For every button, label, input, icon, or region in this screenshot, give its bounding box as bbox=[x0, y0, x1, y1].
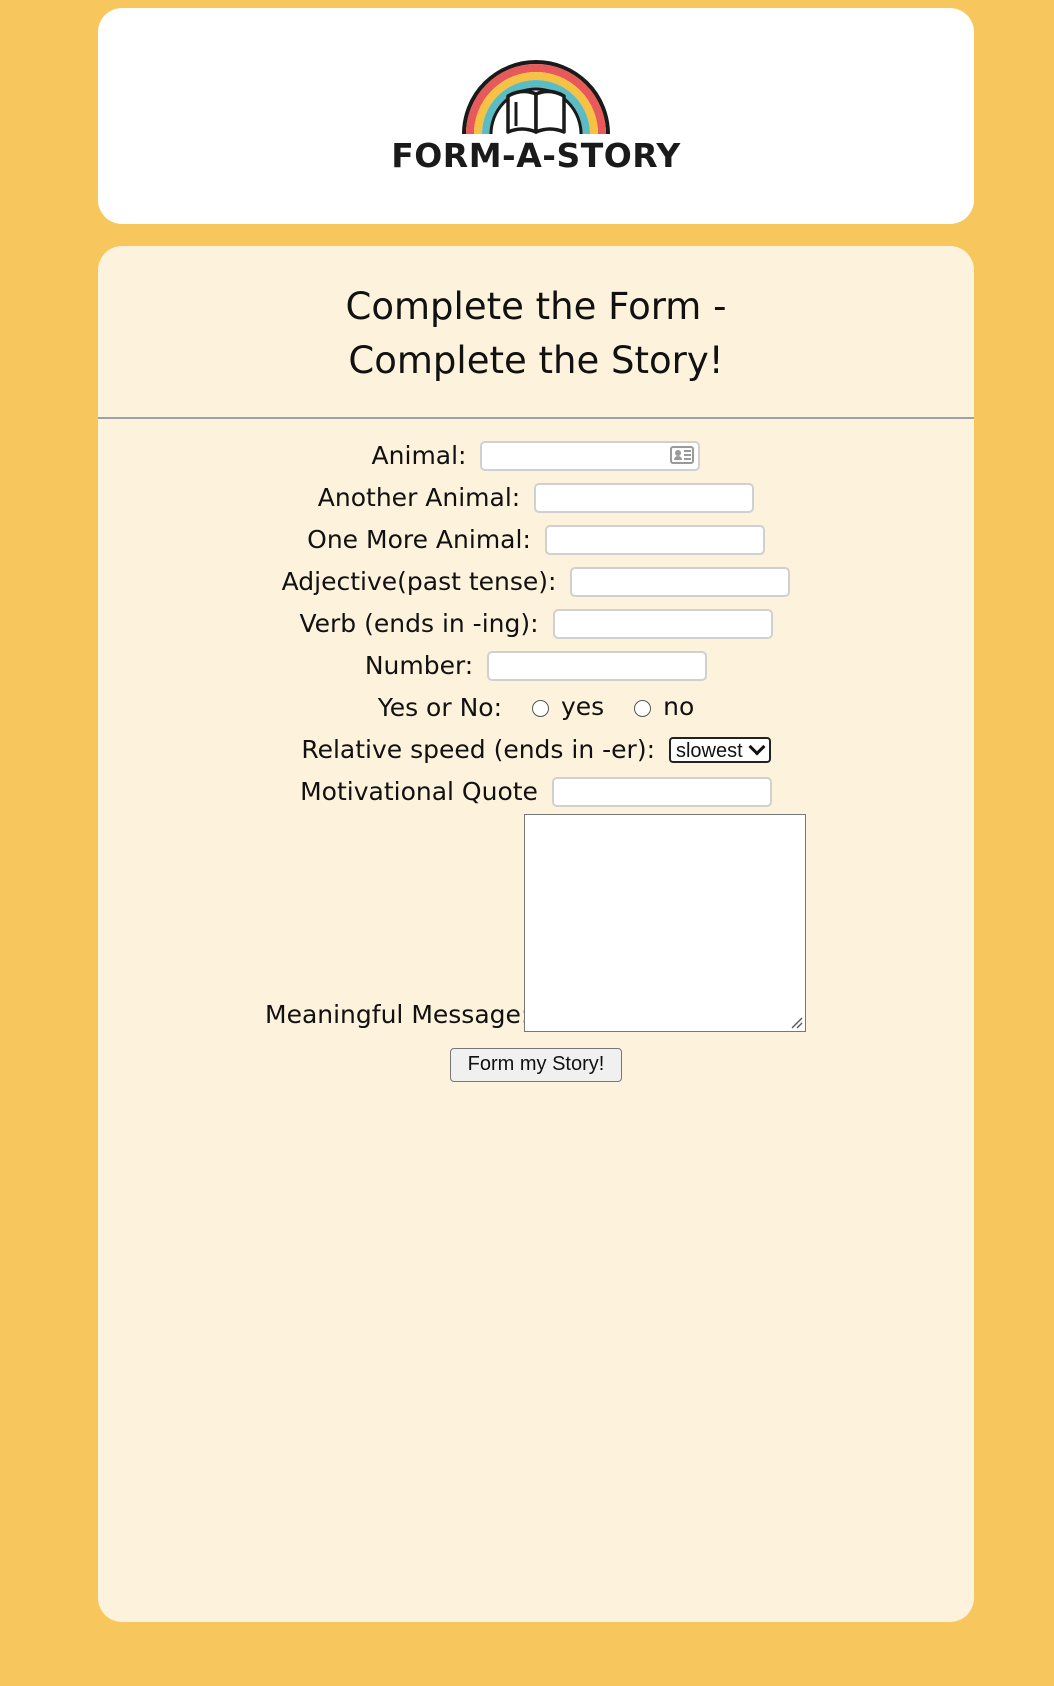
adjective-row: Adjective(past tense): bbox=[98, 564, 974, 599]
no-option-label: no bbox=[663, 692, 695, 721]
rainbow-book-icon bbox=[462, 60, 610, 135]
quote-label: Motivational Quote bbox=[300, 777, 538, 806]
resize-handle-icon[interactable] bbox=[789, 1015, 803, 1029]
yes-no-row: Yes or No: yes no bbox=[98, 690, 974, 725]
another-animal-row: Another Animal: bbox=[98, 480, 974, 515]
submit-button[interactable]: Form my Story! bbox=[450, 1048, 622, 1082]
number-input[interactable] bbox=[487, 651, 708, 681]
adjective-label: Adjective(past tense): bbox=[281, 567, 557, 596]
speed-row: Relative speed (ends in -er): slowest bbox=[98, 732, 974, 767]
quote-input[interactable] bbox=[551, 777, 772, 807]
verb-label: Verb (ends in -ing): bbox=[299, 609, 539, 638]
quote-row: Motivational Quote bbox=[98, 774, 974, 809]
main-card: Complete the Form - Complete the Story! … bbox=[98, 246, 974, 1622]
story-form: Animal: Another Animal: One More Animal: bbox=[98, 246, 974, 1622]
contact-card-icon[interactable] bbox=[670, 446, 695, 464]
another-animal-input[interactable] bbox=[534, 483, 755, 513]
message-textarea[interactable] bbox=[524, 814, 806, 1032]
speed-label: Relative speed (ends in -er): bbox=[301, 735, 655, 764]
speed-selected-value: slowest bbox=[675, 740, 743, 762]
chevron-down-icon bbox=[748, 738, 766, 756]
verb-input[interactable] bbox=[552, 609, 773, 639]
animal-input[interactable] bbox=[480, 441, 701, 471]
logo-text: FORM-A-STORY bbox=[391, 136, 681, 175]
verb-row: Verb (ends in -ing): bbox=[98, 606, 974, 641]
animal-row: Animal: bbox=[98, 438, 974, 473]
page: FORM-A-STORY Complete the Form - Complet… bbox=[0, 0, 1054, 1686]
speed-select[interactable]: slowest bbox=[668, 737, 771, 763]
logo: FORM-A-STORY bbox=[98, 8, 974, 224]
no-radio[interactable] bbox=[634, 699, 652, 717]
animal-label: Animal: bbox=[371, 441, 467, 470]
one-more-animal-label: One More Animal: bbox=[307, 525, 531, 554]
adjective-input[interactable] bbox=[570, 567, 791, 597]
yes-radio[interactable] bbox=[531, 699, 549, 717]
one-more-animal-row: One More Animal: bbox=[98, 522, 974, 557]
one-more-animal-input[interactable] bbox=[544, 525, 765, 555]
yes-option-label: yes bbox=[560, 692, 605, 721]
message-row: Meaningful Message: bbox=[98, 814, 974, 1034]
number-label: Number: bbox=[364, 651, 474, 680]
yes-no-label: Yes or No: bbox=[377, 693, 502, 722]
another-animal-label: Another Animal: bbox=[317, 483, 521, 512]
message-label: Meaningful Message: bbox=[265, 1000, 530, 1029]
header-card: FORM-A-STORY bbox=[98, 8, 974, 224]
number-row: Number: bbox=[98, 648, 974, 683]
